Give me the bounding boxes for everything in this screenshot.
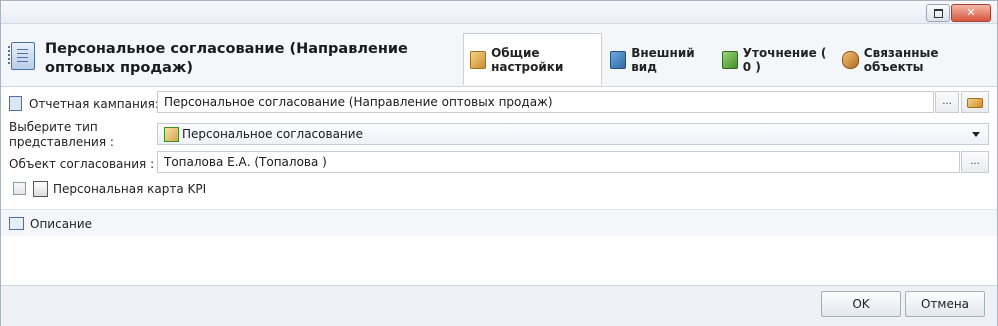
tab-label: Связанные объекты	[863, 46, 939, 74]
campaign-icon	[9, 96, 22, 111]
description-content[interactable]	[1, 236, 997, 284]
tab-related-objects[interactable]: Связанные объекты	[842, 34, 992, 86]
description-bar[interactable]: Описание	[1, 209, 997, 237]
cancel-button[interactable]: Отмена	[905, 291, 985, 317]
campaign-label: Отчетная кампания:	[29, 97, 159, 111]
title-bar: ✕	[1, 1, 997, 24]
object-label: Объект согласования :	[9, 157, 155, 171]
tab-label: Внешний вид	[631, 46, 695, 74]
tab-appearance[interactable]: Внешний вид	[610, 34, 714, 86]
campaign-field[interactable]: Персональное согласование (Направление о…	[157, 91, 934, 113]
tab-label: Уточнение ( 0 )	[742, 46, 827, 74]
appearance-icon	[610, 51, 627, 69]
view-type-select[interactable]: Персональное согласование	[157, 123, 989, 145]
kpi-row: Персональная карта KPI	[1, 180, 997, 198]
view-type-row: Выберите тип представления : Персонально…	[1, 119, 997, 149]
object-row: Объект согласования : Топалова Е.А. (Топ…	[1, 151, 997, 175]
kpi-label: Персональная карта KPI	[53, 182, 207, 196]
kpi-card-icon	[33, 181, 48, 197]
restore-icon	[934, 9, 943, 18]
dialog-footer: OK Отмена	[1, 285, 997, 326]
page-title: Персональное согласование (Направление о…	[45, 41, 408, 76]
dialog-window: ✕ Персональное согласование (Направление…	[0, 0, 998, 326]
dialog-header: Персональное согласование (Направление о…	[1, 24, 997, 87]
tab-general-settings[interactable]: Общие настройки	[463, 33, 602, 85]
chevron-down-icon	[972, 132, 980, 137]
view-type-label: Выберите тип представления :	[9, 120, 114, 149]
restore-button[interactable]	[926, 4, 950, 22]
tab-refinement[interactable]: Уточнение ( 0 )	[722, 34, 834, 86]
tab-label: Общие настройки	[491, 45, 564, 74]
object-browse-button[interactable]: ...	[961, 151, 989, 173]
related-objects-icon	[842, 51, 859, 69]
campaign-open-button[interactable]	[961, 91, 989, 113]
open-arrow-icon	[967, 98, 983, 108]
kpi-checkbox[interactable]	[13, 182, 26, 195]
ok-button[interactable]: OK	[821, 291, 901, 317]
description-label: Описание	[30, 217, 93, 231]
settings-icon	[470, 50, 487, 69]
description-icon	[9, 217, 24, 230]
notebook-icon	[8, 42, 35, 70]
refinement-icon	[722, 51, 738, 69]
campaign-row: Отчетная кампания: Персональное согласов…	[1, 91, 997, 115]
view-type-value: Персональное согласование	[182, 127, 363, 141]
campaign-browse-button[interactable]: ...	[935, 91, 959, 113]
object-field[interactable]: Топалова Е.А. (Топалова )	[157, 151, 960, 173]
close-icon: ✕	[966, 6, 976, 19]
close-button[interactable]: ✕	[951, 4, 991, 22]
personal-approval-icon	[164, 127, 179, 142]
